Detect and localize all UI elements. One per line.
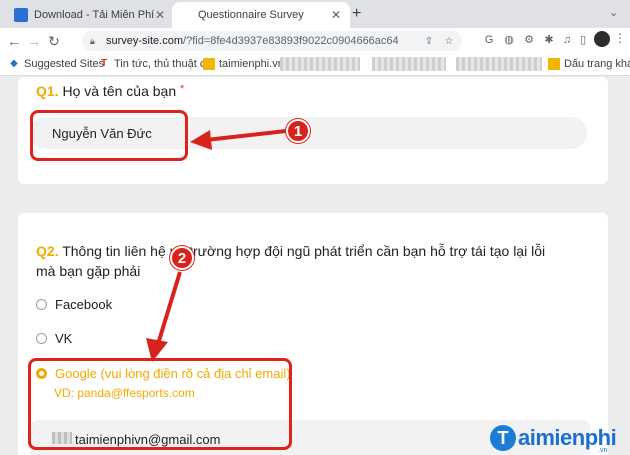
radio-button[interactable] xyxy=(36,299,47,310)
forward-arrow-icon[interactable]: → xyxy=(24,33,44,49)
lock-icon: 🔒︎ xyxy=(90,36,95,46)
suggested-sites-icon: ◆ xyxy=(10,58,18,69)
option-facebook[interactable]: Facebook xyxy=(36,297,112,312)
tab-download[interactable]: Download - Tải Miễn Phí VN - Ph ✕ xyxy=(6,2,174,28)
t-logo-icon: T xyxy=(100,58,108,69)
question-text: Thông tin liên hệ ng trường hợp đội ngũ … xyxy=(62,243,546,259)
bookmark-label: taimienphi.vn xyxy=(219,58,284,70)
tab-strip: Download - Tải Miễn Phí VN - Ph ✕ Questi… xyxy=(0,0,630,28)
close-tab-icon[interactable]: ✕ xyxy=(330,8,342,22)
radio-button[interactable] xyxy=(36,333,47,344)
bookmark-label: Suggested Sites xyxy=(24,58,105,70)
folder-icon xyxy=(203,58,215,70)
url-text: survey-site.com/?fid=8fe4d3937e83893f902… xyxy=(106,35,399,47)
gear-extension-icon[interactable]: ⚙ xyxy=(522,33,536,47)
reload-icon[interactable]: ↻ xyxy=(44,33,64,50)
annotation-badge-1: 1 xyxy=(286,119,310,143)
media-icon[interactable]: ♫ xyxy=(560,33,574,47)
puzzle-extension-icon[interactable]: ✱ xyxy=(542,33,556,47)
tab-search-chevron-icon[interactable]: ⌄ xyxy=(609,6,618,19)
tab-questionnaire[interactable]: Questionnaire Survey ✕ xyxy=(172,2,350,28)
bookmark-taimienphi[interactable]: taimienphi.vn xyxy=(203,58,284,70)
option-vk[interactable]: VK xyxy=(36,331,72,346)
globe-extension-icon[interactable]: ◍ xyxy=(502,33,516,47)
tab-favicon-icon xyxy=(14,8,28,22)
bookmark-tin-tuc[interactable]: T Tin tức, thủ thuật c... xyxy=(98,58,215,70)
blurred-bookmark xyxy=(456,57,542,71)
option-label: Facebook xyxy=(55,297,113,312)
new-tab-button[interactable]: + xyxy=(352,5,361,23)
tab-title: Questionnaire Survey xyxy=(198,9,304,21)
question-text: Họ và tên của bạn xyxy=(62,83,177,99)
watermark-domain: .vn xyxy=(598,447,608,454)
side-panel-icon[interactable]: ▯ xyxy=(576,33,590,47)
bookmark-star-icon[interactable]: ☆ xyxy=(442,36,456,47)
watermark-logo-icon: T xyxy=(490,425,516,451)
share-icon[interactable]: ⇪ xyxy=(422,36,436,47)
profile-avatar[interactable] xyxy=(594,31,610,47)
bookmark-label: Tin tức, thủ thuật c... xyxy=(114,58,215,70)
blurred-bookmark xyxy=(280,57,360,71)
bookmark-suggested-sites[interactable]: ◆ Suggested Sites xyxy=(8,58,104,70)
option-label: VK xyxy=(55,331,73,346)
blurred-bookmark xyxy=(372,57,446,71)
back-arrow-icon[interactable]: ← xyxy=(4,33,24,49)
bookmark-other[interactable]: Dấu trang khá xyxy=(548,58,630,70)
question-number: Q2. xyxy=(36,243,59,259)
tab-title: Download - Tải Miễn Phí VN - Ph xyxy=(34,9,154,21)
folder-icon xyxy=(548,58,560,70)
highlight-box-google xyxy=(28,358,292,450)
highlight-box-name xyxy=(30,110,188,161)
question-label: Q2. Thông tin liên hệ ng trường hợp đội … xyxy=(36,241,596,281)
question-text: mà bạn gặp phải xyxy=(36,263,141,279)
question-number: Q1. xyxy=(36,83,59,99)
required-mark: * xyxy=(180,83,185,95)
question-label: Q1. Họ và tên của bạn * xyxy=(36,83,184,99)
annotation-badge-2: 2 xyxy=(170,246,194,270)
translate-extension-icon[interactable]: G xyxy=(482,33,496,47)
address-bar[interactable]: 🔒︎ survey-site.com/?fid=8fe4d3937e83893f… xyxy=(82,31,462,51)
more-menu-icon[interactable]: ⋮ xyxy=(614,31,626,45)
close-tab-icon[interactable]: ✕ xyxy=(154,8,166,22)
bookmark-label: Dấu trang khá xyxy=(564,58,630,70)
